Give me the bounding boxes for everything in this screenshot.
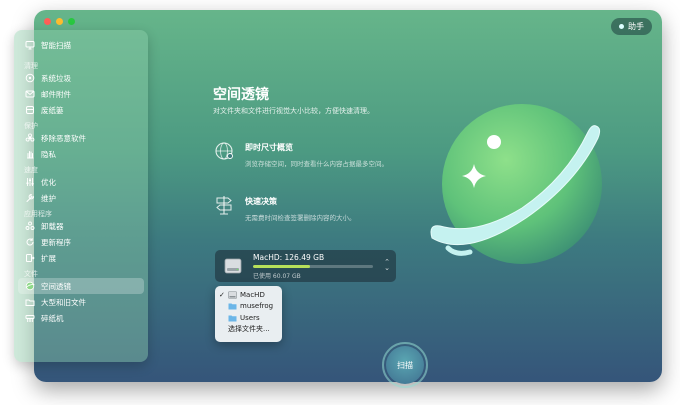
close-window-button[interactable] xyxy=(44,18,51,25)
sidebar-item-privacy[interactable]: 隐私 xyxy=(18,146,144,162)
dropdown-item-label: 选择文件夹... xyxy=(228,325,270,334)
hand-icon xyxy=(25,149,35,159)
signpost-icon xyxy=(213,194,235,216)
sidebar-section-title: 速度 xyxy=(24,166,38,174)
sidebar-item-label: 系统垃圾 xyxy=(41,73,71,83)
sidebar-item-label: 卸载器 xyxy=(41,221,64,231)
folder-icon xyxy=(228,314,237,322)
sidebar-item-shredder[interactable]: 碎纸机 xyxy=(18,310,144,326)
disk-used-label: 已使用 60.07 GB xyxy=(253,272,301,280)
sidebar-item-optimization[interactable]: 优化 xyxy=(18,174,144,190)
sidebar-item-large-old-files[interactable]: 大型和旧文件 xyxy=(18,294,144,310)
sidebar-section-title: 保护 xyxy=(24,122,38,130)
apps-icon xyxy=(25,221,35,231)
refresh-icon xyxy=(25,237,35,247)
sidebar-item-label: 大型和旧文件 xyxy=(41,297,86,307)
shredder-icon xyxy=(25,313,35,323)
sidebar-item-system-junk[interactable]: 系统垃圾 xyxy=(18,70,144,86)
feature-description: 浏览存储空间，同时查看什么内容占据最多空间。 xyxy=(245,160,388,168)
feature-description: 无需费时间检查签署删除内容的大小。 xyxy=(245,214,356,222)
space-lens-illustration xyxy=(430,104,602,264)
minimize-window-button[interactable] xyxy=(56,18,63,25)
assistant-dot-icon xyxy=(619,24,624,29)
disk-selector[interactable]: MacHD: 126.49 GB 已使用 60.07 GB ⌃ ⌄ xyxy=(215,250,396,282)
folder-icon xyxy=(25,297,35,307)
assistant-button[interactable]: 助手 xyxy=(611,18,652,35)
lens-icon xyxy=(25,281,35,291)
sidebar: 智能扫描 清理 系统垃圾 邮件附件 废纸篓 保护 移除恶意软件 隐私 速度 优化… xyxy=(14,30,148,362)
chevron-updown-icon[interactable]: ⌃ ⌄ xyxy=(384,259,390,272)
biohazard-icon xyxy=(25,133,35,143)
sidebar-item-label: 邮件附件 xyxy=(41,89,71,99)
disk-name: MacHD: 126.49 GB xyxy=(253,252,325,262)
feature-instant-overview: 即时尺寸概览 浏览存储空间，同时查看什么内容占据最多空间。 xyxy=(213,140,388,168)
sidebar-item-label: 优化 xyxy=(41,177,56,187)
feature-title: 快速决策 xyxy=(245,197,277,206)
sidebar-section-title: 应用程序 xyxy=(24,210,52,218)
sidebar-item-label: 移除恶意软件 xyxy=(41,133,86,143)
sidebar-item-label: 智能扫描 xyxy=(41,40,71,50)
disk-usage-bar xyxy=(253,264,373,268)
scan-button-ring: 扫描 xyxy=(382,342,428,388)
dropdown-item-users[interactable]: Users xyxy=(215,312,282,324)
extension-icon xyxy=(25,253,35,263)
planet-dot xyxy=(487,135,501,149)
assistant-label: 助手 xyxy=(628,22,644,31)
sidebar-item-label: 更新程序 xyxy=(41,237,71,247)
dropdown-item-label: MacHD xyxy=(240,290,265,299)
disk-icon xyxy=(228,290,237,299)
dropdown-item-label: musefrog xyxy=(240,302,274,311)
window-controls xyxy=(44,18,75,25)
checkmark-icon: ✓ xyxy=(219,290,225,299)
wrench-icon xyxy=(25,193,35,203)
page-title: 空间透镜 xyxy=(213,87,269,103)
scan-button[interactable]: 扫描 xyxy=(386,346,424,384)
feature-quick-decision: 快速决策 无需费时间检查签署删除内容的大小。 xyxy=(213,194,356,222)
globe-icon xyxy=(213,140,235,162)
sidebar-item-maintenance[interactable]: 维护 xyxy=(18,190,144,206)
sidebar-item-smart-scan[interactable]: 智能扫描 xyxy=(18,37,144,53)
zoom-window-button[interactable] xyxy=(68,18,75,25)
sidebar-item-label: 维护 xyxy=(41,193,56,203)
sidebar-section-title: 文件 xyxy=(24,270,38,278)
sidebar-item-extensions[interactable]: 扩展 xyxy=(18,250,144,266)
sidebar-item-trash[interactable]: 废纸篓 xyxy=(18,102,144,118)
page-description: 对文件夹和文件进行视觉大小比较，方便快速清理。 xyxy=(213,107,374,115)
disk-usage-fill xyxy=(253,264,310,268)
trash-icon xyxy=(25,105,35,115)
dropdown-item-choose-folder[interactable]: 选择文件夹... xyxy=(215,324,282,336)
sidebar-item-mail-attachments[interactable]: 邮件附件 xyxy=(18,86,144,102)
folder-icon xyxy=(228,302,237,310)
dropdown-item-machd[interactable]: ✓ MacHD xyxy=(215,289,282,301)
ring-trail xyxy=(445,245,473,256)
sidebar-item-label: 空间透镜 xyxy=(41,281,71,291)
dropdown-item-label: Users xyxy=(240,313,260,322)
sidebar-item-updater[interactable]: 更新程序 xyxy=(18,234,144,250)
sidebar-item-label: 隐私 xyxy=(41,149,56,159)
disk-icon xyxy=(223,256,243,276)
gear-circle-icon xyxy=(25,73,35,83)
sliders-icon xyxy=(25,177,35,187)
sidebar-item-label: 废纸篓 xyxy=(41,105,64,115)
feature-title: 即时尺寸概览 xyxy=(245,143,293,152)
location-dropdown-menu: ✓ MacHD musefrog Users 选择文件夹... xyxy=(215,286,282,342)
sidebar-item-uninstaller[interactable]: 卸载器 xyxy=(18,218,144,234)
sidebar-item-space-lens[interactable]: 空间透镜 xyxy=(18,278,144,294)
sidebar-section-title: 清理 xyxy=(24,62,38,70)
sidebar-item-label: 扩展 xyxy=(41,253,56,263)
sidebar-item-label: 碎纸机 xyxy=(41,313,64,323)
sidebar-item-remove-malware[interactable]: 移除恶意软件 xyxy=(18,130,144,146)
monitor-icon xyxy=(25,40,35,50)
dropdown-item-musefrog[interactable]: musefrog xyxy=(215,301,282,313)
mail-icon xyxy=(25,89,35,99)
